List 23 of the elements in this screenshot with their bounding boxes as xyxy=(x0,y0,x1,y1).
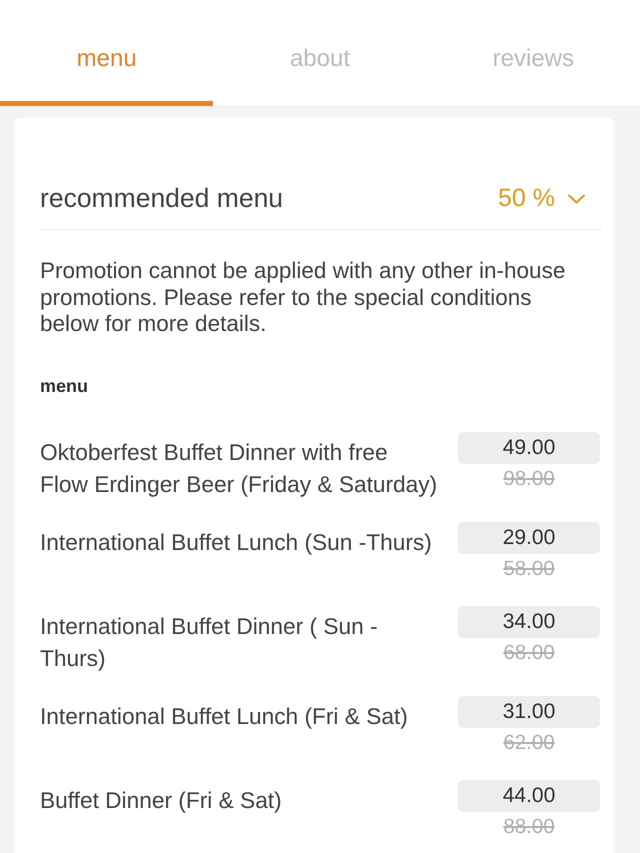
original-price: 62.00 xyxy=(503,730,555,756)
promotion-notice: Promotion cannot be applied with any other in-house promotions. Please refer to the special conditions below for more details. xyxy=(40,258,566,338)
tab[interactable]: reviews xyxy=(426,0,640,106)
original-price: 88.00 xyxy=(503,814,555,840)
dish-name: International Buffet Lunch (Sun -Thurs) xyxy=(40,528,433,557)
tab[interactable]: menu xyxy=(0,0,214,106)
sale-price: 34.00 xyxy=(458,606,600,638)
dish-name: Buffet Dinner (Fri & Sat) xyxy=(40,786,283,815)
sale-price: 44.00 xyxy=(458,780,600,812)
menu-heading: menu xyxy=(40,374,90,398)
sale-price: 49.00 xyxy=(458,432,600,464)
chevron-down-icon[interactable] xyxy=(568,194,585,204)
dish-name: International Buffet Dinner ( Sun - Thurs) xyxy=(40,612,379,673)
section-title: recommended menu xyxy=(40,183,284,214)
sale-price: 31.00 xyxy=(458,696,600,728)
original-price: 98.00 xyxy=(503,466,555,492)
dish-name: Oktoberfest Buffet Dinner with free Flow Erdinger Beer (Friday & Saturday) xyxy=(40,438,438,499)
original-price: 58.00 xyxy=(503,556,555,582)
tab[interactable]: about xyxy=(213,0,427,106)
original-price: 68.00 xyxy=(503,640,555,666)
dish-name: International Buffet Lunch (Fri & Sat) xyxy=(40,702,409,731)
sale-price: 29.00 xyxy=(458,522,600,554)
discount-value: 50 % xyxy=(498,184,555,213)
